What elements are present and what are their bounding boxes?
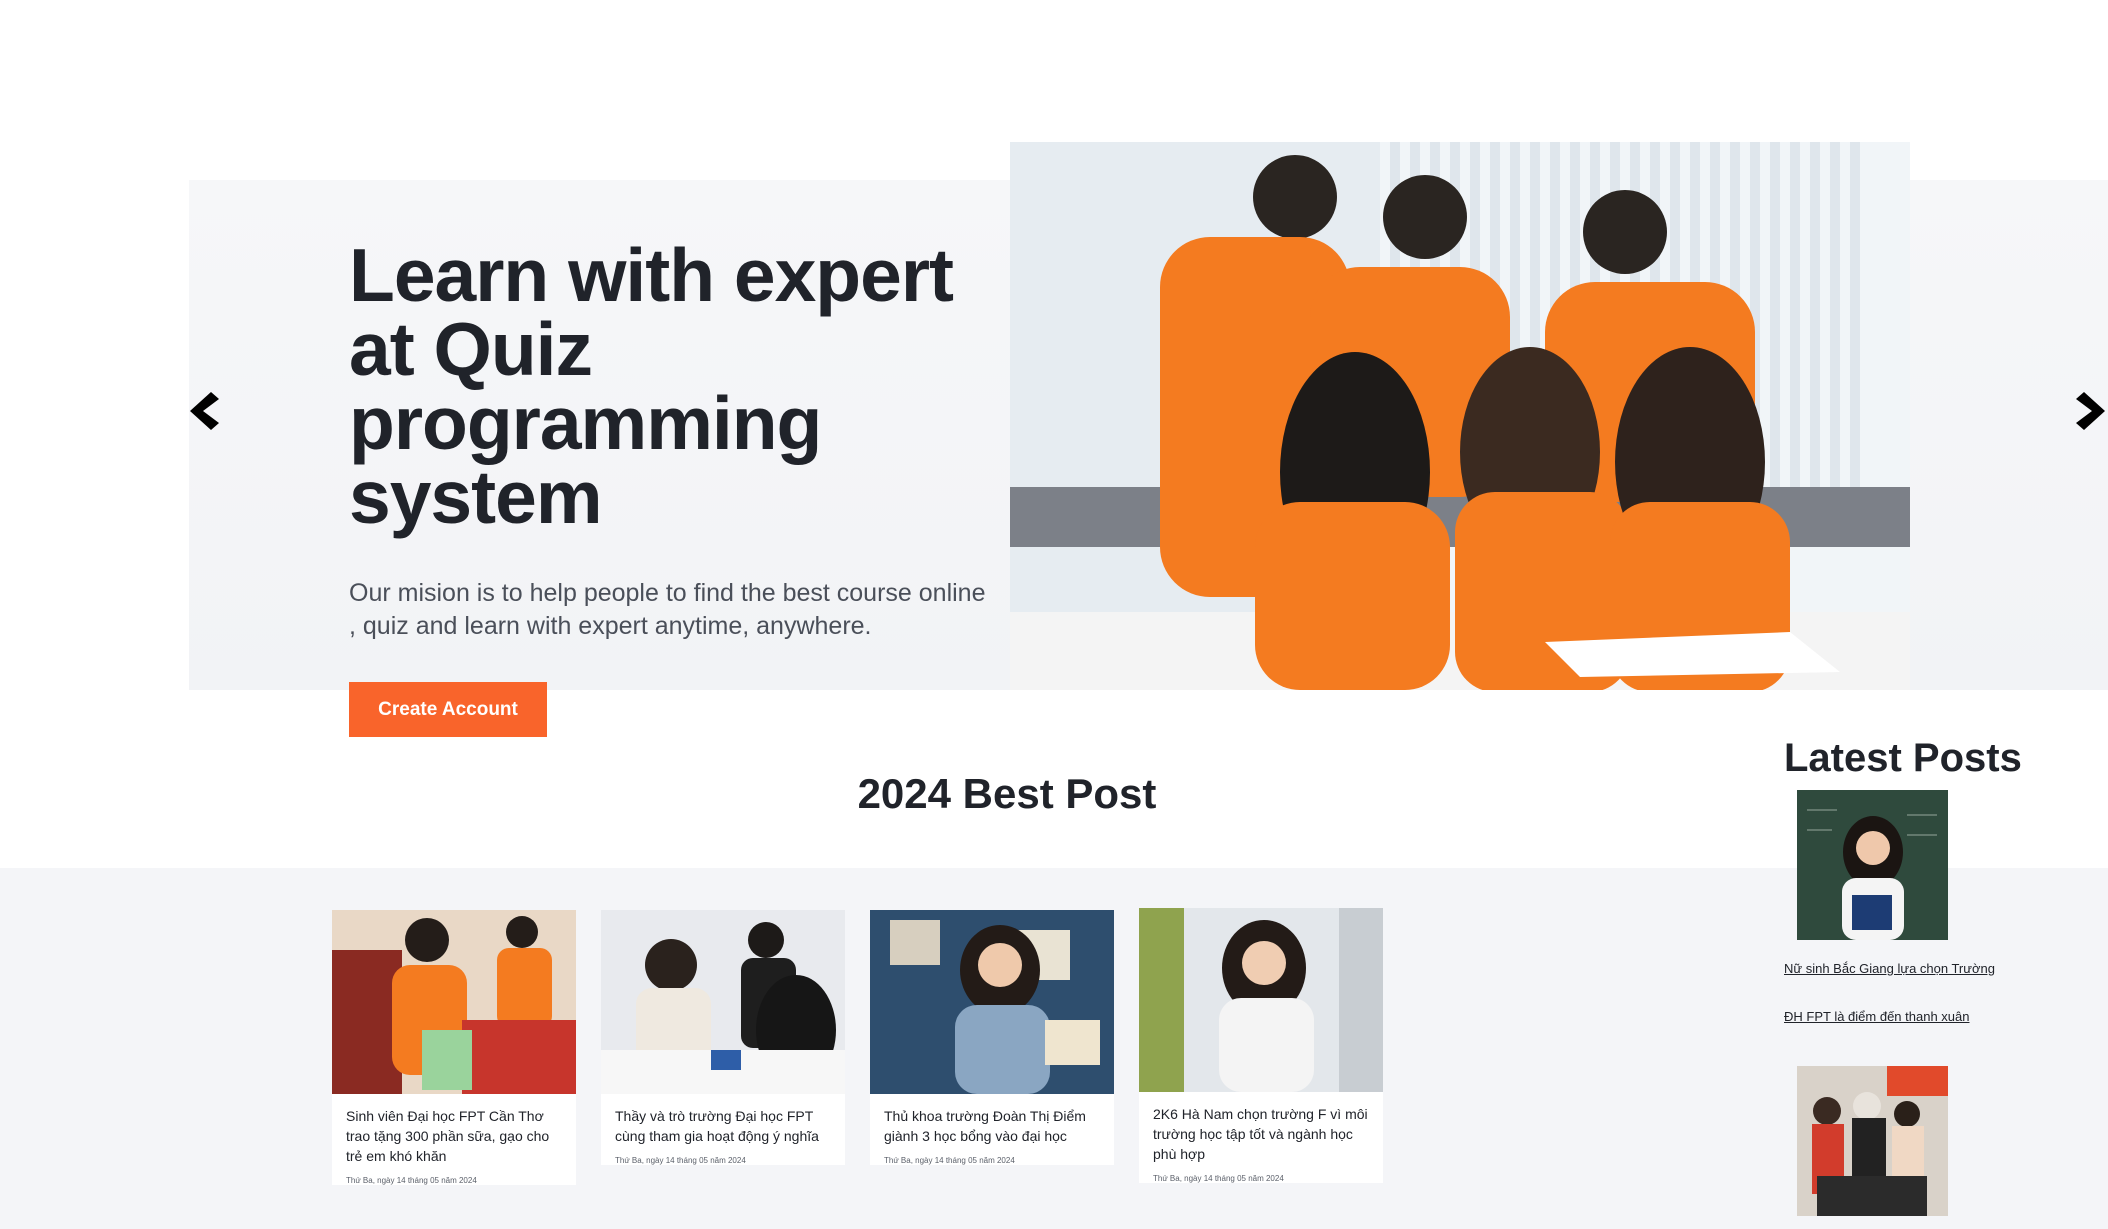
carousel-prev-button[interactable] bbox=[183, 388, 223, 434]
post-thumbnail bbox=[1139, 908, 1383, 1092]
post-thumbnail bbox=[332, 910, 576, 1094]
latest-post-thumbnail[interactable] bbox=[1797, 1066, 1948, 1216]
hero-image bbox=[1010, 142, 1910, 690]
chevron-left-icon bbox=[190, 392, 219, 430]
best-post-heading: 2024 Best Post bbox=[857, 770, 1157, 817]
post-title[interactable]: 2K6 Hà Nam chọn trường F vì môi trường h… bbox=[1139, 1092, 1383, 1170]
create-account-button[interactable]: Create Account bbox=[349, 682, 547, 737]
post-title[interactable]: Thủ khoa trường Đoàn Thị Điểm giành 3 họ… bbox=[870, 1094, 1114, 1152]
hero-title: Learn with expert at Quiz programming sy… bbox=[349, 233, 954, 539]
latest-post-link[interactable]: Nữ sinh Bắc Giang lựa chọn Trường bbox=[1784, 961, 1995, 976]
post-thumbnail bbox=[601, 910, 845, 1094]
post-card[interactable]: Thủ khoa trường Đoàn Thị Điểm giành 3 họ… bbox=[870, 910, 1114, 1165]
latest-post-link[interactable]: ĐH FPT là điểm đến thanh xuân bbox=[1784, 1009, 1969, 1024]
post-thumbnail bbox=[870, 910, 1114, 1094]
post-card[interactable]: 2K6 Hà Nam chọn trường F vì môi trường h… bbox=[1139, 908, 1383, 1183]
hero-subtitle: Our mision is to help people to find the… bbox=[349, 579, 986, 640]
carousel-next-button[interactable] bbox=[2072, 388, 2108, 434]
post-title[interactable]: Thầy và trò trường Đại học FPT cùng tham… bbox=[601, 1094, 845, 1152]
post-date: Thứ Ba, ngày 14 tháng 05 năm 2024 bbox=[346, 1176, 477, 1185]
post-date: Thứ Ba, ngày 14 tháng 05 năm 2024 bbox=[615, 1156, 746, 1165]
post-date: Thứ Ba, ngày 14 tháng 05 năm 2024 bbox=[884, 1156, 1015, 1165]
post-title[interactable]: Sinh viên Đại học FPT Cần Thơ trao tặng … bbox=[332, 1094, 576, 1172]
latest-posts-heading: Latest Posts bbox=[1784, 736, 2022, 780]
post-date: Thứ Ba, ngày 14 tháng 05 năm 2024 bbox=[1153, 1174, 1284, 1183]
post-card[interactable]: Sinh viên Đại học FPT Cần Thơ trao tặng … bbox=[332, 910, 576, 1185]
post-card[interactable]: Thầy và trò trường Đại học FPT cùng tham… bbox=[601, 910, 845, 1165]
chevron-right-icon bbox=[2076, 392, 2105, 430]
latest-post-thumbnail[interactable] bbox=[1797, 790, 1948, 940]
